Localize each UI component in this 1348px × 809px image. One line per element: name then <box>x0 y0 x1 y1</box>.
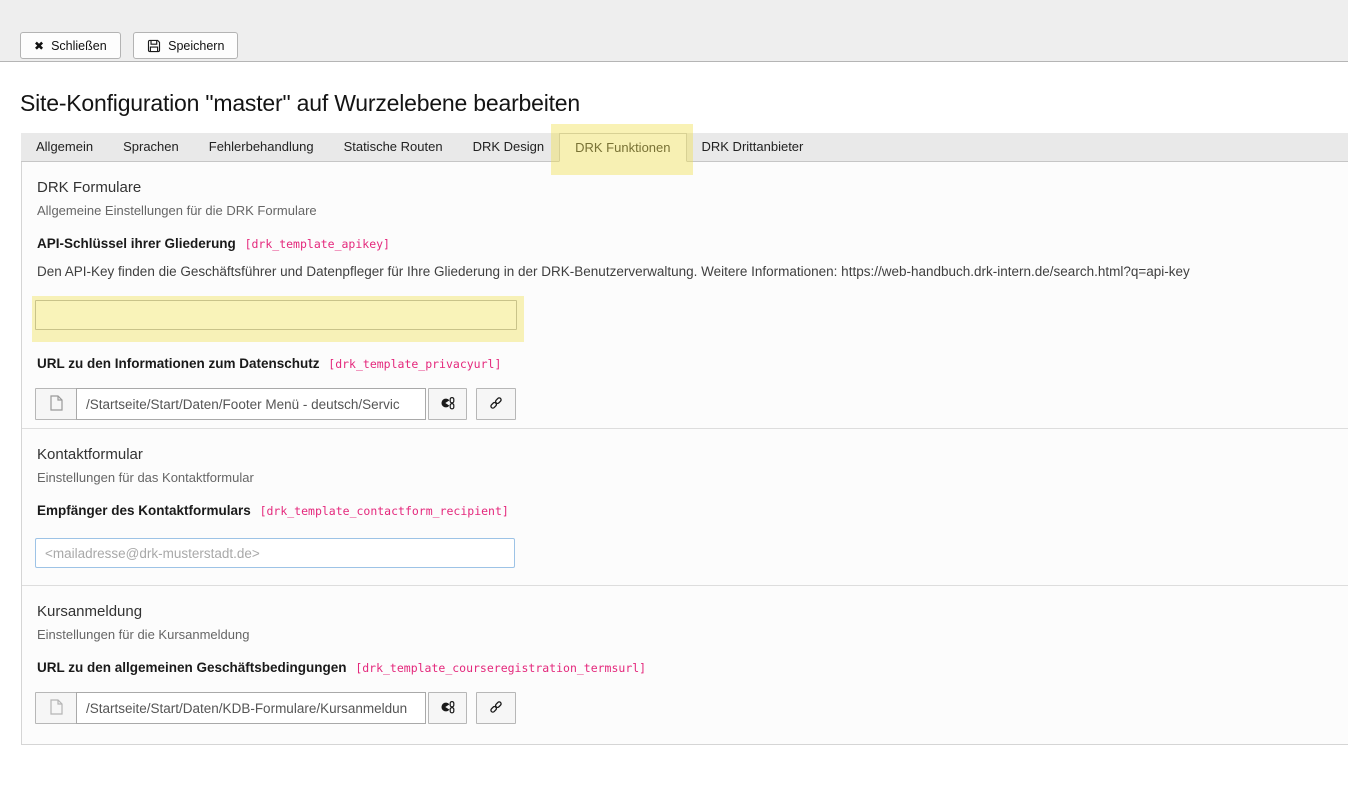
resource-select-button[interactable] <box>428 692 467 724</box>
section-subtitle: Einstellungen für das Kontaktformular <box>37 470 1328 485</box>
section-title: Kontaktformular <box>37 446 1328 463</box>
resource-select-icon <box>440 395 456 414</box>
file-browse-button[interactable] <box>35 692 77 724</box>
tab-drk-funktionen-label: DRK Funktionen <box>575 140 670 155</box>
privacyurl-path-input[interactable] <box>76 388 426 420</box>
save-button-label: Speichern <box>168 39 224 53</box>
tab-sprachen[interactable]: Sprachen <box>108 133 194 161</box>
section-kontaktformular: Kontaktformular Einstellungen für das Ko… <box>22 428 1348 585</box>
apikey-input[interactable] <box>35 300 517 330</box>
page-title: Site-Konfiguration "master" auf Wurzeleb… <box>20 90 580 117</box>
field-label-privacyurl: URL zu den Informationen zum Datenschutz… <box>37 356 1328 371</box>
tab-drk-design[interactable]: DRK Design <box>458 133 560 161</box>
termsurl-resource-picker <box>35 692 1328 724</box>
file-browse-button[interactable] <box>35 388 77 420</box>
field-label-contactform-recipient: Empfänger des Kontaktformulars [drk_temp… <box>37 503 1328 518</box>
close-button[interactable]: ✖ Schließen <box>20 32 121 59</box>
save-button[interactable]: Speichern <box>133 32 238 59</box>
field-key-contactform-recipient: [drk_template_contactform_recipient] <box>260 504 509 518</box>
section-title: DRK Formulare <box>37 179 1328 196</box>
field-key-privacyurl: [drk_template_privacyurl] <box>328 357 501 371</box>
file-icon <box>50 395 63 414</box>
link-button[interactable] <box>476 692 516 724</box>
section-drk-formulare: DRK Formulare Allgemeine Einstellungen f… <box>22 162 1348 428</box>
close-button-label: Schließen <box>51 39 107 53</box>
tab-drk-funktionen[interactable]: DRK Funktionen <box>559 133 686 162</box>
tab-content-panel: DRK Formulare Allgemeine Einstellungen f… <box>21 162 1348 745</box>
link-button[interactable] <box>476 388 516 420</box>
tab-drk-drittanbieter[interactable]: DRK Drittanbieter <box>687 133 819 161</box>
top-toolbar: ✖ Schließen Speichern <box>0 0 1348 62</box>
contactform-recipient-input[interactable] <box>35 538 515 568</box>
tab-allgemein[interactable]: Allgemein <box>21 133 108 161</box>
field-label-termsurl: URL zu den allgemeinen Geschäftsbedingun… <box>37 660 1328 675</box>
save-icon <box>147 39 161 53</box>
field-key-apikey: [drk_template_apikey] <box>245 237 390 251</box>
apikey-input-wrap <box>35 300 517 330</box>
link-icon <box>488 395 504 414</box>
close-icon: ✖ <box>34 40 44 52</box>
tab-fehlerbehandlung[interactable]: Fehlerbehandlung <box>194 133 329 161</box>
field-key-termsurl: [drk_template_courseregistration_termsur… <box>355 661 646 675</box>
config-tabbar: Allgemein Sprachen Fehlerbehandlung Stat… <box>21 133 1348 162</box>
link-icon <box>488 699 504 718</box>
file-icon <box>50 699 63 718</box>
resource-select-icon <box>440 699 456 718</box>
resource-select-button[interactable] <box>428 388 467 420</box>
section-kursanmeldung: Kursanmeldung Einstellungen für die Kurs… <box>22 585 1348 745</box>
termsurl-path-input[interactable] <box>76 692 426 724</box>
section-subtitle: Allgemeine Einstellungen für die DRK For… <box>37 203 1328 218</box>
field-label-apikey: API-Schlüssel ihrer Gliederung [drk_temp… <box>37 236 1328 251</box>
tab-statische-routen[interactable]: Statische Routen <box>329 133 458 161</box>
field-description-apikey: Den API-Key finden die Geschäftsführer u… <box>37 264 1328 279</box>
section-title: Kursanmeldung <box>37 603 1328 620</box>
privacyurl-resource-picker <box>35 388 1328 420</box>
section-subtitle: Einstellungen für die Kursanmeldung <box>37 627 1328 642</box>
